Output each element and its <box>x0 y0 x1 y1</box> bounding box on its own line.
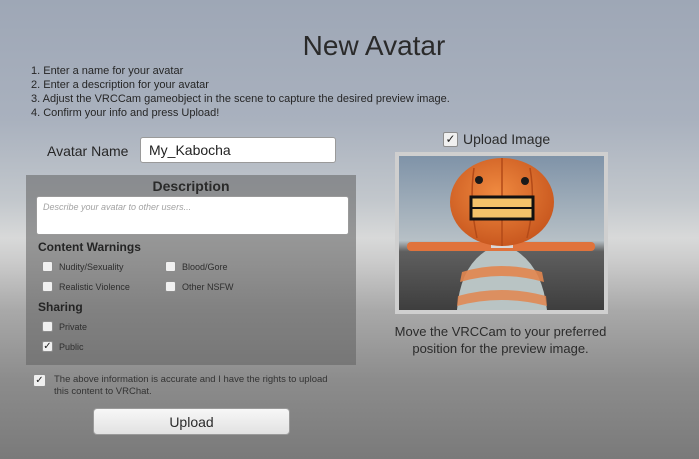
avatar-name-label: Avatar Name <box>47 143 129 159</box>
avatar-preview-image <box>399 156 604 310</box>
upload-button[interactable]: Upload <box>93 408 290 435</box>
upload-image-toggle[interactable]: ✓ Upload Image <box>443 131 550 147</box>
checkbox-box[interactable] <box>165 281 176 292</box>
content-warnings-label: Content Warnings <box>38 240 141 254</box>
check-icon: ✓ <box>35 374 44 386</box>
checkbox-box[interactable] <box>42 281 53 292</box>
checkbox-realistic-violence[interactable]: Realistic Violence <box>42 281 130 292</box>
sharing-label: Sharing <box>38 300 83 314</box>
checkbox-blood-gore[interactable]: Blood/Gore <box>165 261 228 272</box>
instruction-step-2: 2. Enter a description for your avatar <box>31 79 209 91</box>
checkbox-box[interactable] <box>42 321 53 332</box>
checkbox-label: Nudity/Sexuality <box>59 261 124 272</box>
instruction-step-1: 1. Enter a name for your avatar <box>31 65 184 77</box>
checkbox-nudity-sexuality[interactable]: Nudity/Sexuality <box>42 261 124 272</box>
checkbox-box[interactable] <box>42 261 53 272</box>
preview-frame <box>395 152 608 314</box>
confirm-rights-checkbox[interactable]: ✓ <box>33 374 52 387</box>
instructions: 1. Enter a name for your avatar 2. Enter… <box>31 64 450 120</box>
upload-image-label: Upload Image <box>463 131 551 147</box>
check-icon: ✓ <box>445 132 456 146</box>
checkbox-box[interactable]: ✓ <box>33 374 46 387</box>
checkbox-label: Realistic Violence <box>59 281 130 292</box>
description-input[interactable] <box>36 196 349 235</box>
avatar-name-input[interactable] <box>140 137 336 163</box>
checkbox-box[interactable]: ✓ <box>42 341 53 352</box>
description-panel: Description Content Warnings Nudity/Sexu… <box>26 175 356 365</box>
instruction-step-4: 4. Confirm your info and press Upload! <box>31 107 220 119</box>
checkbox-label: Other NSFW <box>182 281 234 292</box>
checkbox-public[interactable]: ✓ Public <box>42 341 84 352</box>
check-icon: ✓ <box>43 340 52 352</box>
checkbox-other-nsfw[interactable]: Other NSFW <box>165 281 234 292</box>
checkbox-box[interactable]: ✓ <box>443 131 458 147</box>
checkbox-label: Public <box>59 341 84 352</box>
instruction-step-3: 3. Adjust the VRCCam gameobject in the s… <box>31 93 450 105</box>
checkbox-label: Private <box>59 321 88 332</box>
page-title: New Avatar <box>302 30 446 61</box>
description-title: Description <box>152 178 230 194</box>
checkbox-box[interactable] <box>165 261 176 272</box>
checkbox-private[interactable]: Private <box>42 321 87 332</box>
confirm-rights-label: The above information is accurate and I … <box>54 374 328 397</box>
checkbox-label: Blood/Gore <box>182 261 228 272</box>
preview-caption: Move the VRCCam to your preferred positi… <box>394 324 607 356</box>
